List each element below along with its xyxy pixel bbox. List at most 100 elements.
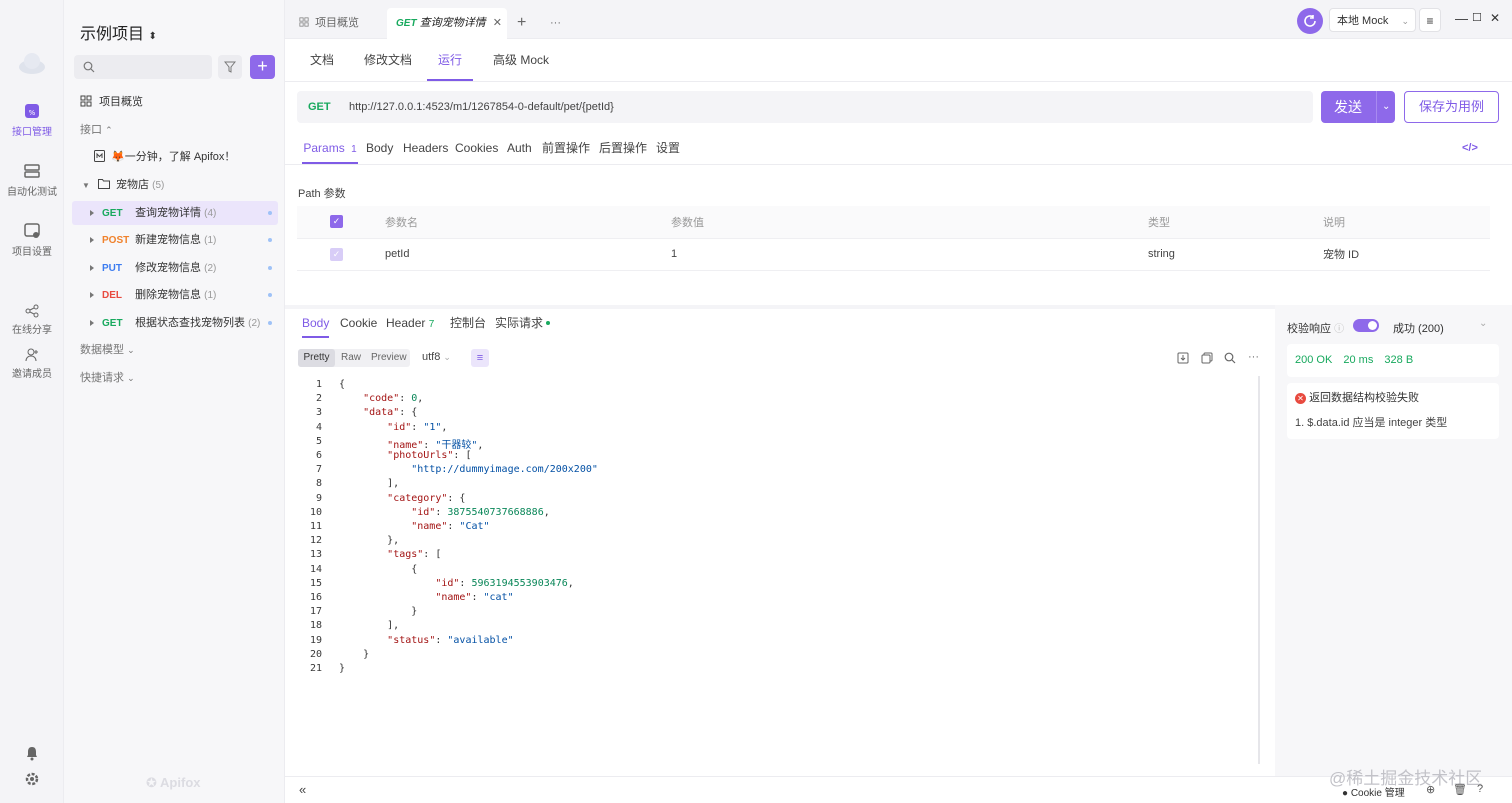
send-button[interactable]: 发送 ⌄ — [1321, 91, 1395, 123]
rail-label: 接口管理 — [12, 127, 52, 138]
minimize-button[interactable]: — — [1455, 11, 1468, 26]
tab-params[interactable]: Params 1 — [302, 134, 358, 164]
trash-icon[interactable]: 🗑 — [1453, 783, 1467, 796]
help-icon[interactable]: ? — [1477, 783, 1483, 795]
sidebar-api-item[interactable]: PUT 修改宠物信息 (2) — [72, 256, 278, 280]
api-icon: % — [25, 104, 39, 118]
sidebar-api-item[interactable]: GET 查询宠物详情 (4) — [72, 201, 278, 225]
tab-get-pet-detail[interactable]: GET 查询宠物详情 ✕ — [387, 8, 507, 39]
sidebar-section-quick-request[interactable]: 快捷请求 ⌄ — [80, 366, 286, 390]
sidebar-item-intro[interactable]: 🦊一分钟，了解 Apifox！ — [94, 145, 300, 169]
grid-icon — [80, 95, 92, 107]
chevron-down-icon[interactable]: ⌄ — [1382, 91, 1390, 123]
line-number: 1 — [315, 379, 322, 390]
wrap-toggle-icon[interactable]: ≡ — [471, 349, 489, 367]
svg-text:%: % — [29, 109, 36, 117]
sidebar-api-item[interactable]: DEL 删除宠物信息 (1) — [72, 283, 278, 307]
subtab-edit-doc[interactable]: 修改文档 — [364, 40, 412, 81]
env-select[interactable]: 本地 Mock ⌄ — [1329, 8, 1416, 32]
method-select[interactable]: GET — [308, 91, 331, 123]
more-icon[interactable]: ··· — [1248, 351, 1259, 363]
param-value-input[interactable]: 1 — [663, 238, 1140, 271]
tab-response-body[interactable]: Body — [302, 312, 330, 338]
rail-item-invite[interactable]: 邀请成员 — [0, 348, 64, 380]
tab-post-processors[interactable]: 后置操作 — [599, 134, 647, 164]
table-row: ✓ petId 1 string 宠物 ID — [297, 238, 1490, 271]
cookie-manager-button[interactable]: ● Cookie 管理 — [1342, 784, 1405, 799]
param-desc: 宠物 ID — [1315, 238, 1490, 271]
tab-actual-request[interactable]: 实际请求 — [495, 312, 551, 338]
search-icon[interactable] — [1224, 352, 1236, 364]
chevron-down-icon[interactable]: ⌄ — [1479, 318, 1487, 329]
tab-settings[interactable]: 设置 — [656, 134, 680, 164]
validate-toggle[interactable] — [1353, 319, 1379, 332]
subtab-advanced-mock[interactable]: 高级 Mock — [493, 40, 549, 81]
sidebar-section-api[interactable]: 接口 ⌃ — [80, 118, 286, 142]
sidebar-section-data-model[interactable]: 数据模型 ⌄ — [80, 338, 286, 362]
error-detail: 1. $.data.id 应当是 integer 类型 — [1295, 417, 1448, 429]
watermark-text: Apifox — [160, 775, 201, 790]
rail-item-api-management[interactable]: % 接口管理 — [0, 102, 64, 138]
maximize-button[interactable]: ☐ — [1472, 11, 1482, 24]
download-icon[interactable] — [1177, 352, 1189, 364]
format-raw[interactable]: Raw — [341, 349, 361, 367]
tab-console[interactable]: 控制台 — [450, 312, 486, 338]
code-line: "photoUrls": [ — [387, 450, 472, 461]
tab-bar: 项目概览 GET 查询宠物详情 ✕ + ··· 本地 Mock ⌄ ≡ — ☐ … — [285, 0, 1512, 39]
menu-button[interactable]: ≡ — [1419, 8, 1441, 32]
tab-pre-processors[interactable]: 前置操作 — [542, 134, 590, 164]
select-all-checkbox[interactable]: ✓ — [330, 215, 343, 229]
encoding-select[interactable]: utf8 ⌄ — [422, 351, 451, 363]
api-count: (4) — [204, 208, 217, 219]
tab-cookies[interactable]: Cookies — [455, 134, 498, 164]
tab-auth[interactable]: Auth — [507, 134, 532, 164]
project-switcher[interactable]: 示例项目 ⬍ — [80, 20, 157, 44]
close-icon[interactable]: ✕ — [493, 17, 502, 29]
code-line: "id": 3875540737668886, — [411, 506, 550, 518]
rail-item-share[interactable]: 在线分享 — [0, 304, 64, 336]
table-header-row: ✓ 参数名 参数值 类型 说明 — [297, 206, 1490, 239]
validation-result-select[interactable]: 成功 (200) — [1393, 320, 1444, 336]
tab-response-header[interactable]: Header 7 — [386, 312, 434, 338]
new-tab-button[interactable]: + — [517, 8, 526, 39]
search-input[interactable] — [74, 55, 212, 79]
divider — [285, 164, 1512, 165]
add-button[interactable]: + — [250, 55, 275, 79]
chevron-down-icon: ⌄ — [127, 345, 135, 355]
bell-icon[interactable] — [24, 745, 40, 761]
tab-response-cookie[interactable]: Cookie — [340, 312, 377, 338]
format-preview[interactable]: Preview — [371, 349, 407, 367]
sidebar-api-item[interactable]: GET 根据状态查找宠物列表 (2) — [72, 311, 278, 335]
filter-button[interactable] — [218, 55, 242, 79]
rail-item-project-settings[interactable]: 项目设置 — [0, 222, 64, 258]
sidebar-folder-petstore[interactable]: ▼ 宠物店 (5) — [82, 173, 288, 197]
copy-icon[interactable] — [1201, 352, 1213, 364]
subtab-doc[interactable]: 文档 — [310, 40, 334, 81]
format-pretty[interactable]: Pretty — [298, 349, 335, 367]
section-label: 接口 — [80, 124, 102, 136]
sidebar-api-item[interactable]: POST 新建宠物信息 (1) — [72, 228, 278, 252]
tab-body[interactable]: Body — [366, 134, 393, 164]
rail-item-automation[interactable]: 自动化测试 — [0, 162, 64, 198]
close-window-button[interactable]: ✕ — [1490, 11, 1500, 25]
collapse-sidebar-icon[interactable]: « — [299, 782, 306, 797]
sidebar-item-overview[interactable]: 项目概览 — [80, 90, 286, 114]
tab-project-overview[interactable]: 项目概览 — [299, 8, 379, 39]
tab-label: 控制台 — [450, 316, 487, 330]
save-as-case-button[interactable]: 保存为用例 — [1404, 91, 1499, 123]
response-code-view[interactable]: 1 {2 "code": 0, 3 "data": {4 "id": "1", 5 "… — [297, 376, 1260, 764]
tab-headers[interactable]: Headers — [403, 134, 448, 164]
code-line: } — [339, 648, 370, 660]
row-checkbox[interactable]: ✓ — [330, 247, 343, 261]
code-icon[interactable]: </> — [1462, 142, 1478, 154]
sync-button[interactable] — [1297, 8, 1323, 34]
url-input[interactable]: http://127.0.0.1:4523/m1/1267854-0-defau… — [349, 91, 614, 123]
gear-icon[interactable] — [24, 771, 40, 787]
upload-icon[interactable]: ⊕ — [1426, 783, 1435, 796]
url-bar[interactable]: GET http://127.0.0.1:4523/m1/1267854-0-d… — [297, 91, 1313, 123]
tab-label: 实际请求 — [495, 316, 544, 330]
subtab-run[interactable]: 运行 — [427, 40, 473, 81]
tab-label: Body — [302, 316, 330, 330]
error-title-row: ✕ 返回数据结构校验失败 — [1295, 389, 1491, 405]
more-tabs-button[interactable]: ··· — [550, 8, 561, 39]
